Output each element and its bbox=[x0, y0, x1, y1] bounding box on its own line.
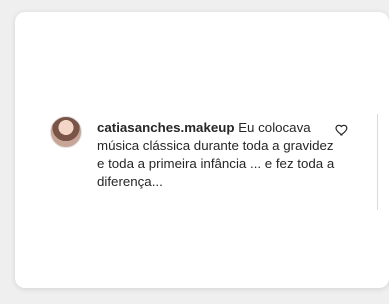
right-divider bbox=[377, 114, 378, 210]
comment-card: catiasanches.makeup Eu colocava música c… bbox=[15, 12, 389, 288]
heart-outline-icon[interactable] bbox=[335, 123, 349, 137]
comment-item: catiasanches.makeup Eu colocava música c… bbox=[50, 116, 350, 191]
comment-body: catiasanches.makeup Eu colocava música c… bbox=[97, 119, 337, 191]
comment-username[interactable]: catiasanches.makeup bbox=[97, 120, 234, 135]
avatar[interactable] bbox=[50, 116, 82, 148]
